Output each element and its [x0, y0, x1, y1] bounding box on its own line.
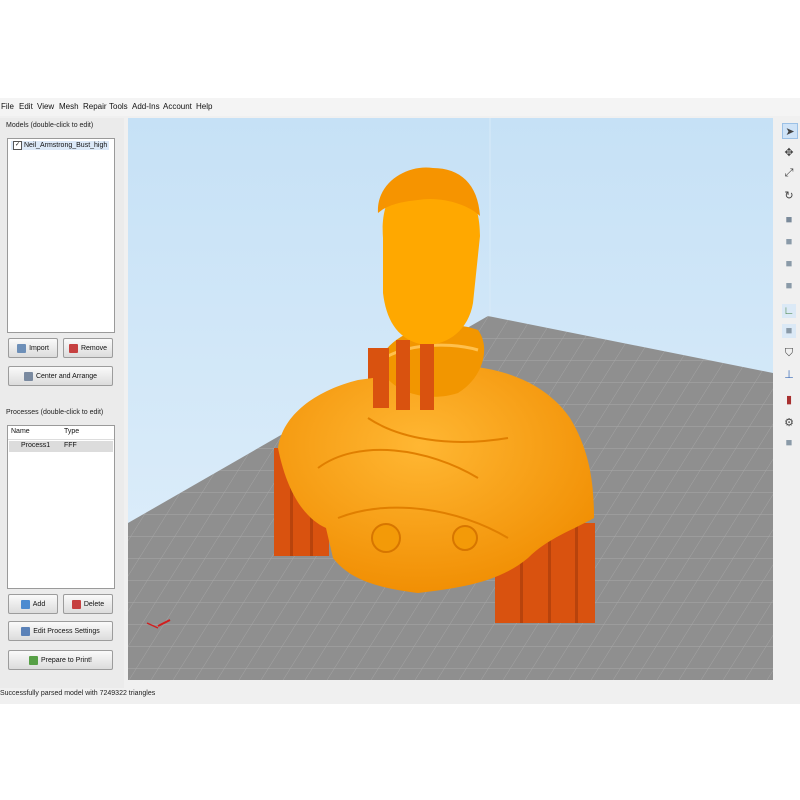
center-arrange-label: Center and Arrange	[35, 372, 98, 380]
menu-view[interactable]: View	[37, 102, 54, 111]
menu-tools[interactable]: Tools	[109, 102, 128, 111]
app-window: File Edit View Mesh Repair Tools Add-Ins…	[0, 98, 800, 704]
center-arrange-icon	[23, 371, 33, 381]
center-arrange-button[interactable]: Center and Arrange	[8, 366, 113, 386]
axes-icon[interactable]: ∟	[782, 304, 796, 318]
add-button-label: Add	[32, 600, 46, 608]
view-right-icon[interactable]: ■	[782, 279, 796, 293]
model-item-label: Neil_Armstrong_Bust_high	[24, 142, 108, 149]
import-button[interactable]: Import	[8, 338, 58, 358]
scale-icon[interactable]: ⤢	[782, 166, 796, 180]
remove-button-label: Remove	[80, 344, 108, 352]
menu-repair[interactable]: Repair	[83, 102, 107, 111]
process-type: FFF	[64, 442, 77, 449]
view-iso-icon[interactable]: ■	[782, 213, 796, 227]
rotate-icon[interactable]: ↻	[782, 188, 796, 202]
processes-label: Processes (double-click to edit)	[6, 409, 104, 416]
view-bottom-icon[interactable]: ■	[782, 324, 796, 338]
delete-button[interactable]: Delete	[63, 594, 113, 614]
move-icon[interactable]: ✥	[782, 145, 796, 159]
prepare-print-icon	[29, 655, 39, 665]
left-panel: Models (double-click to edit) ✓ Neil_Arm…	[0, 118, 124, 688]
view-front-icon[interactable]: ■	[782, 235, 796, 249]
right-toolbar: ➤ ✥ ⤢ ↻ ■ ■ ■ ■ ∟ ■ ⛉ ⊥ ▮ ⚙ ■	[780, 118, 800, 688]
menu-bar: File Edit View Mesh Repair Tools Add-Ins…	[0, 98, 800, 116]
processes-header: Name Type	[8, 426, 114, 440]
prepare-print-label: Prepare to Print!	[41, 656, 92, 664]
column-type[interactable]: Type	[64, 428, 79, 435]
add-button[interactable]: Add	[8, 594, 58, 614]
select-icon[interactable]: ➤	[782, 123, 798, 139]
processes-list[interactable]: Name Type Process1 FFF	[7, 425, 115, 589]
edit-process-label: Edit Process Settings	[33, 627, 100, 635]
origin-icon[interactable]: ⊥	[782, 367, 796, 381]
delete-button-label: Delete	[83, 600, 105, 608]
scene-svg	[128, 118, 773, 680]
models-label: Models (double-click to edit)	[6, 122, 94, 129]
menu-file[interactable]: File	[1, 102, 14, 111]
add-icon	[20, 599, 30, 609]
model-checkbox[interactable]: ✓	[13, 141, 22, 150]
3d-viewport[interactable]	[128, 118, 773, 680]
remove-button[interactable]: Remove	[63, 338, 113, 358]
remove-icon	[68, 343, 78, 353]
import-button-label: Import	[29, 344, 49, 352]
menu-account[interactable]: Account	[163, 102, 192, 111]
menu-help[interactable]: Help	[196, 102, 212, 111]
process-name: Process1	[21, 442, 51, 449]
cut-icon[interactable]: ▮	[782, 392, 796, 406]
edit-process-button[interactable]: Edit Process Settings	[8, 621, 113, 641]
menu-add-ins[interactable]: Add-Ins	[132, 102, 160, 111]
cube-icon[interactable]: ■	[782, 436, 796, 450]
shield-icon[interactable]: ⛉	[782, 346, 796, 360]
process-row[interactable]: Process1 FFF	[9, 441, 113, 452]
menu-mesh[interactable]: Mesh	[59, 102, 79, 111]
model-item[interactable]: ✓ Neil_Armstrong_Bust_high	[11, 141, 110, 150]
edit-process-icon	[21, 626, 31, 636]
prepare-print-button[interactable]: Prepare to Print!	[8, 650, 113, 670]
column-name[interactable]: Name	[11, 428, 30, 435]
view-left-icon[interactable]: ■	[782, 257, 796, 271]
menu-edit[interactable]: Edit	[19, 102, 33, 111]
status-bar: Successfully parsed model with 7249322 t…	[0, 690, 156, 697]
settings-icon[interactable]: ⚙	[782, 415, 796, 429]
import-icon	[17, 343, 27, 353]
delete-icon	[71, 599, 81, 609]
models-list[interactable]: ✓ Neil_Armstrong_Bust_high	[7, 138, 115, 333]
